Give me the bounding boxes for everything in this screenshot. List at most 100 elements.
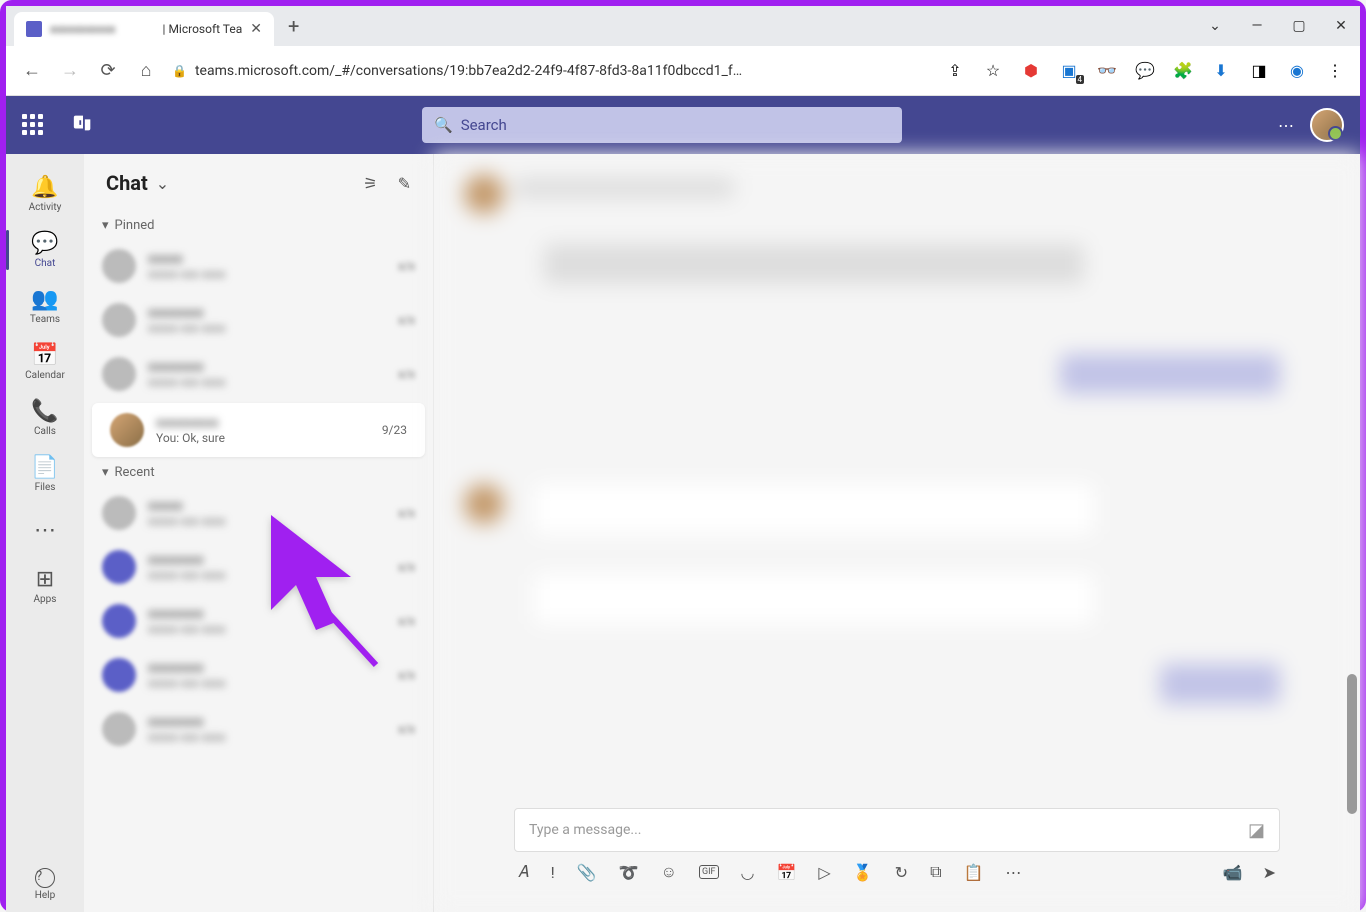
priority-icon[interactable]: ! <box>551 863 555 882</box>
forward-button[interactable]: → <box>58 59 82 83</box>
chat-item[interactable]: xxxxxxxxxxxxx xxx xxxxx/x <box>84 293 433 347</box>
chat-preview: You: Ok, sure <box>156 431 370 445</box>
tab-title-blurred: xxxxxxxxxxx <box>50 22 155 36</box>
app-launcher-icon[interactable] <box>22 114 44 136</box>
search-input[interactable]: 🔍 Search <box>422 107 902 143</box>
caret-icon: ▾ <box>102 218 109 233</box>
search-placeholder: Search <box>461 116 507 134</box>
teams-logo-icon[interactable] <box>72 112 94 139</box>
extension-icon[interactable]: 👓 <box>1096 60 1118 82</box>
chat-item[interactable]: xxxxxxxxxxxxx xxx xxxxx/x <box>84 347 433 401</box>
rail-more[interactable]: ⋯ <box>6 502 84 558</box>
rail-help[interactable]: ?Help <box>6 856 84 912</box>
chat-panel-header: Chat ⌄ ⚞ ✎ <box>84 154 433 212</box>
adblock-icon[interactable]: ⬢ <box>1020 60 1042 82</box>
chevron-down-icon[interactable]: ⌄ <box>156 174 169 193</box>
share-icon[interactable]: ⇪ <box>944 60 966 82</box>
chat-icon: 💬 <box>31 231 58 256</box>
help-icon: ? <box>35 868 55 888</box>
copy-icon[interactable]: ⧉ <box>930 862 941 882</box>
attach-icon[interactable]: 📎 <box>577 863 597 882</box>
back-button[interactable]: ← <box>20 59 44 83</box>
updates-icon[interactable]: ↻ <box>895 863 908 882</box>
format-icon[interactable]: 𝐴 <box>518 862 529 882</box>
reload-button[interactable]: ⟳ <box>96 59 120 83</box>
conversation-area: Type a message... ◪ 𝐴 ! 📎 ➰ ☺ GIF ◡ 📅 ▷ … <box>434 154 1360 912</box>
rail-activity[interactable]: 🔔Activity <box>6 166 84 222</box>
apps-icon: ⊞ <box>36 567 54 592</box>
address-bar[interactable]: 🔒 teams.microsoft.com/_#/conversations/1… <box>172 63 930 79</box>
recent-section[interactable]: ▾Recent <box>84 459 433 486</box>
chat-item[interactable]: xxxxxxxxxx xxx xxxxx/x <box>84 239 433 293</box>
chat-item[interactable]: xxxxxxxxxxxxx xxx xxxxx/x <box>84 702 433 756</box>
filter-icon[interactable]: ⚞ <box>363 174 377 193</box>
calendar-icon: 📅 <box>31 343 58 368</box>
rail-calendar[interactable]: 📅Calendar <box>6 334 84 390</box>
lock-icon: 🔒 <box>172 64 187 78</box>
chat-panel-title: Chat <box>106 171 148 195</box>
schedule-icon[interactable]: 📅 <box>777 863 797 882</box>
bookmark-star-icon[interactable]: ☆ <box>982 60 1004 82</box>
chat-avatar <box>110 413 144 447</box>
window-controls: ⌄ — ▢ ✕ <box>1204 18 1352 34</box>
phone-icon: 📞 <box>31 399 58 424</box>
user-avatar[interactable] <box>1310 108 1344 142</box>
rail-apps[interactable]: ⊞Apps <box>6 558 84 614</box>
message-placeholder: Type a message... <box>529 822 641 838</box>
new-chat-icon[interactable]: ✎ <box>398 174 411 193</box>
url-text: teams.microsoft.com/_#/conversations/19:… <box>195 63 742 79</box>
browser-toolbar: ← → ⟳ ⌂ 🔒 teams.microsoft.com/_#/convers… <box>6 46 1360 96</box>
sidepanel-icon[interactable]: ◨ <box>1248 60 1270 82</box>
search-icon: 🔍 <box>434 116 453 134</box>
approvals-icon[interactable]: 🏅 <box>853 863 873 882</box>
compose-more-icon[interactable]: ⋯ <box>1005 863 1021 882</box>
tab-title-suffix: | Microsoft Tea <box>163 22 243 36</box>
emoji-icon[interactable]: ☺ <box>661 862 677 882</box>
scrollbar[interactable] <box>1347 674 1357 814</box>
message-input[interactable]: Type a message... ◪ <box>514 808 1280 852</box>
compose-expand-icon[interactable]: ◪ <box>1248 820 1265 841</box>
teams-favicon <box>26 21 42 37</box>
gif-icon[interactable]: GIF <box>699 865 719 879</box>
downloads-icon[interactable]: ⬇ <box>1210 60 1232 82</box>
forms-icon[interactable]: 📋 <box>964 863 984 882</box>
close-window-button[interactable]: ✕ <box>1330 18 1352 34</box>
rail-chat[interactable]: 💬Chat <box>6 222 84 278</box>
conversation-blurred <box>434 154 1360 912</box>
new-tab-button[interactable]: + <box>288 14 299 38</box>
extension-chat-icon[interactable]: 💬 <box>1134 60 1156 82</box>
header-more-icon[interactable]: ⋯ <box>1278 116 1294 135</box>
annotation-cursor <box>266 510 386 674</box>
extension-badge-icon[interactable]: ▣4 <box>1058 60 1080 82</box>
stream-icon[interactable]: ▷ <box>818 863 830 882</box>
extensions-puzzle-icon[interactable]: 🧩 <box>1172 60 1194 82</box>
app-rail: 🔔Activity 💬Chat 👥Teams 📅Calendar 📞Calls … <box>6 154 84 912</box>
chat-item-selected[interactable]: xxxxxxxxx You: Ok, sure 9/23 <box>92 403 425 457</box>
bell-icon: 🔔 <box>31 175 58 200</box>
browser-menu-icon[interactable]: ⋮ <box>1324 60 1346 82</box>
compose-area: Type a message... ◪ 𝐴 ! 📎 ➰ ☺ GIF ◡ 📅 ▷ … <box>514 808 1280 892</box>
browser-tab[interactable]: xxxxxxxxxxx | Microsoft Tea ✕ <box>14 12 274 46</box>
pinned-section[interactable]: ▾Pinned <box>84 212 433 239</box>
send-button[interactable]: ➤ <box>1263 863 1276 882</box>
home-button[interactable]: ⌂ <box>134 59 158 83</box>
minimize-button[interactable]: — <box>1246 18 1268 34</box>
profile-icon[interactable]: ◉ <box>1286 60 1308 82</box>
browser-titlebar: xxxxxxxxxxx | Microsoft Tea ✕ + ⌄ — ▢ ✕ <box>6 6 1360 46</box>
teams-header: 🔍 Search ⋯ <box>6 96 1360 154</box>
sticker-icon[interactable]: ◡ <box>741 863 755 882</box>
loop-icon[interactable]: ➰ <box>619 863 639 882</box>
rail-calls[interactable]: 📞Calls <box>6 390 84 446</box>
tab-close-icon[interactable]: ✕ <box>250 21 262 37</box>
rail-files[interactable]: 📄Files <box>6 446 84 502</box>
more-icon: ⋯ <box>34 518 56 543</box>
teams-icon: 👥 <box>31 287 58 312</box>
chevron-down-icon[interactable]: ⌄ <box>1204 18 1226 34</box>
caret-icon: ▾ <box>102 465 109 480</box>
chat-time: 9/23 <box>382 423 407 437</box>
file-icon: 📄 <box>31 455 58 480</box>
maximize-button[interactable]: ▢ <box>1288 18 1310 34</box>
video-icon[interactable]: 📹 <box>1223 863 1243 882</box>
rail-teams[interactable]: 👥Teams <box>6 278 84 334</box>
chat-name: xxxxxxxxx <box>156 415 370 431</box>
